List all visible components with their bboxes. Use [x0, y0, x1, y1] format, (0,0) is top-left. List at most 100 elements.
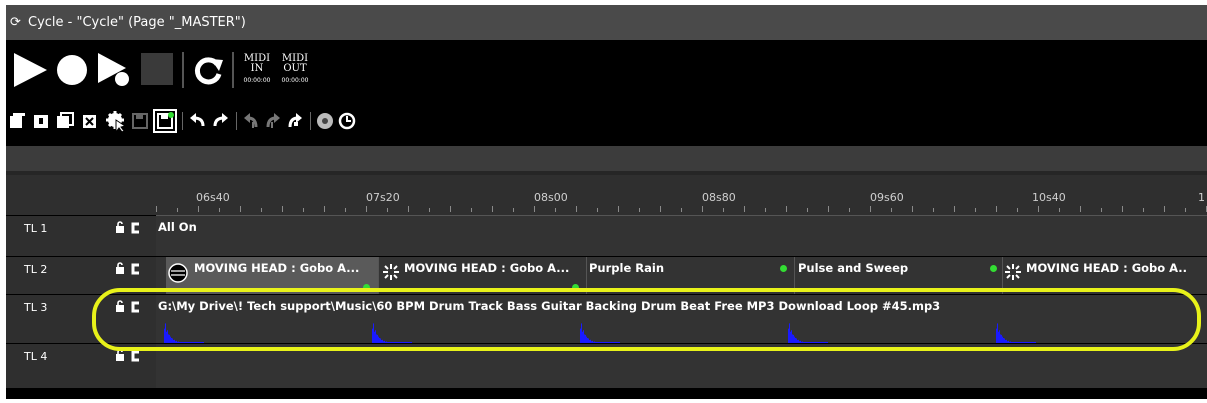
- midi-in-indicator: MIDI IN 00:00:00: [240, 54, 274, 86]
- ruler-tick: [1017, 208, 1018, 212]
- ruler-tick: [786, 206, 787, 212]
- separator: [182, 52, 184, 88]
- ruler-tick: [513, 208, 514, 212]
- ruler-tick: [723, 208, 724, 212]
- separator: [310, 112, 311, 130]
- ruler-label: 06s40: [196, 191, 230, 204]
- stop-icon[interactable]: [140, 52, 174, 86]
- separator: [182, 112, 183, 130]
- ruler-tick: [408, 206, 409, 212]
- ruler-label: 08s00: [534, 191, 568, 204]
- ruler-tick: [996, 206, 997, 212]
- midi-out-label-2: OUT: [283, 63, 307, 74]
- ruler-tick: [1038, 206, 1039, 212]
- ruler-tick: [303, 208, 304, 212]
- ruler-tick: [954, 206, 955, 212]
- ruler-tick: [156, 206, 157, 212]
- ruler-tick: [870, 206, 871, 212]
- clock-icon[interactable]: [338, 112, 356, 130]
- clip-label[interactable]: Purple Rain: [589, 261, 664, 275]
- ruler-tick: [1185, 208, 1186, 212]
- ruler-tick: [1080, 206, 1081, 212]
- ruler-tick: [828, 206, 829, 212]
- loop-icon[interactable]: [190, 52, 226, 88]
- cue-mode-icon[interactable]: [130, 222, 140, 234]
- midi-in-time: 00:00:00: [243, 77, 271, 84]
- go-next-icon[interactable]: [286, 112, 304, 130]
- moving-head-icon: [168, 263, 188, 283]
- track-tl1: TL 1 All On: [6, 216, 1207, 256]
- clip-label[interactable]: Pulse and Sweep: [798, 261, 908, 275]
- import-icon[interactable]: [32, 112, 50, 130]
- track-label: TL 4: [24, 350, 48, 363]
- ruler-tick: [702, 206, 703, 212]
- window-title: Cycle - "Cycle" (Page "_MASTER"): [28, 15, 246, 30]
- ruler-tick: [576, 206, 577, 212]
- ruler-tick: [219, 208, 220, 212]
- clip-label[interactable]: MOVING HEAD : Gobo A...: [194, 261, 359, 275]
- cue-mode-icon[interactable]: [130, 350, 140, 362]
- midi-in-label-2: IN: [250, 63, 264, 74]
- lock-icon[interactable]: [115, 262, 125, 274]
- ruler-tick: [261, 208, 262, 212]
- clip-label[interactable]: All On: [158, 220, 197, 234]
- ruler-tick: [1122, 206, 1123, 212]
- ruler-tick: [807, 208, 808, 212]
- ruler-tick: [849, 208, 850, 212]
- ruler-label: 07s20: [366, 191, 400, 204]
- track-lane[interactable]: All On: [156, 216, 1207, 256]
- ruler-tick: [912, 206, 913, 212]
- ruler-tick: [639, 208, 640, 212]
- cycle-icon: ⟳: [10, 14, 21, 30]
- ruler-tick: [282, 206, 283, 212]
- ruler-tick: [198, 206, 199, 212]
- ruler-tick: [324, 206, 325, 212]
- ruler-tick: [1101, 208, 1102, 212]
- title-bar: ⟳ Cycle - "Cycle" (Page "_MASTER"): [6, 5, 1207, 40]
- separator: [232, 52, 234, 88]
- ruler-tick: [744, 206, 745, 212]
- cue-mode-icon[interactable]: [130, 263, 140, 275]
- ruler-tick: [660, 206, 661, 212]
- save-as-icon[interactable]: [153, 109, 177, 133]
- go-start-icon[interactable]: [242, 112, 260, 130]
- delete-icon[interactable]: [81, 112, 99, 130]
- gobo-icon: [383, 264, 399, 280]
- go-prev-icon[interactable]: [264, 112, 282, 130]
- lock-icon[interactable]: [115, 221, 125, 233]
- highlight-annotation: [92, 288, 1201, 351]
- clip-label[interactable]: MOVING HEAD : Gobo A..: [1026, 261, 1187, 275]
- track-label: TL 2: [24, 263, 48, 276]
- record-icon[interactable]: [54, 52, 90, 88]
- disk-icon[interactable]: [316, 112, 334, 130]
- track-label: TL 3: [24, 301, 48, 314]
- redo-icon[interactable]: [212, 112, 230, 130]
- ruler-tick: [1059, 208, 1060, 212]
- ruler-header: [6, 175, 156, 215]
- ruler-tick: [765, 208, 766, 212]
- time-ruler[interactable]: 06s40 07s20 08s00 08s80 09s60 10s40 1: [156, 175, 1207, 216]
- gobo-icon: [1005, 264, 1021, 280]
- separator: [236, 112, 237, 130]
- track-header: TL 1: [6, 216, 156, 256]
- play-from-icon[interactable]: [96, 52, 132, 88]
- ruler-tick: [471, 208, 472, 212]
- cue-dot: [780, 265, 787, 272]
- ruler-label: 08s80: [702, 191, 736, 204]
- ruler-tick: [891, 208, 892, 212]
- status-strip: [6, 146, 1207, 171]
- play-icon[interactable]: [12, 52, 48, 88]
- ruler-label: 1: [1198, 191, 1205, 204]
- ruler-tick: [492, 206, 493, 212]
- clip-label[interactable]: MOVING HEAD : Gobo A...: [404, 261, 569, 275]
- ruler-tick: [177, 208, 178, 212]
- new-icon[interactable]: [8, 112, 26, 130]
- save-icon[interactable]: [131, 112, 149, 130]
- duplicate-icon[interactable]: [56, 112, 74, 130]
- ruler-tick: [555, 208, 556, 212]
- settings-icon[interactable]: [105, 110, 127, 132]
- midi-out-indicator: MIDI OUT 00:00:00: [278, 54, 312, 86]
- ruler-label: 09s60: [870, 191, 904, 204]
- ruler-tick: [387, 208, 388, 212]
- undo-icon[interactable]: [188, 112, 206, 130]
